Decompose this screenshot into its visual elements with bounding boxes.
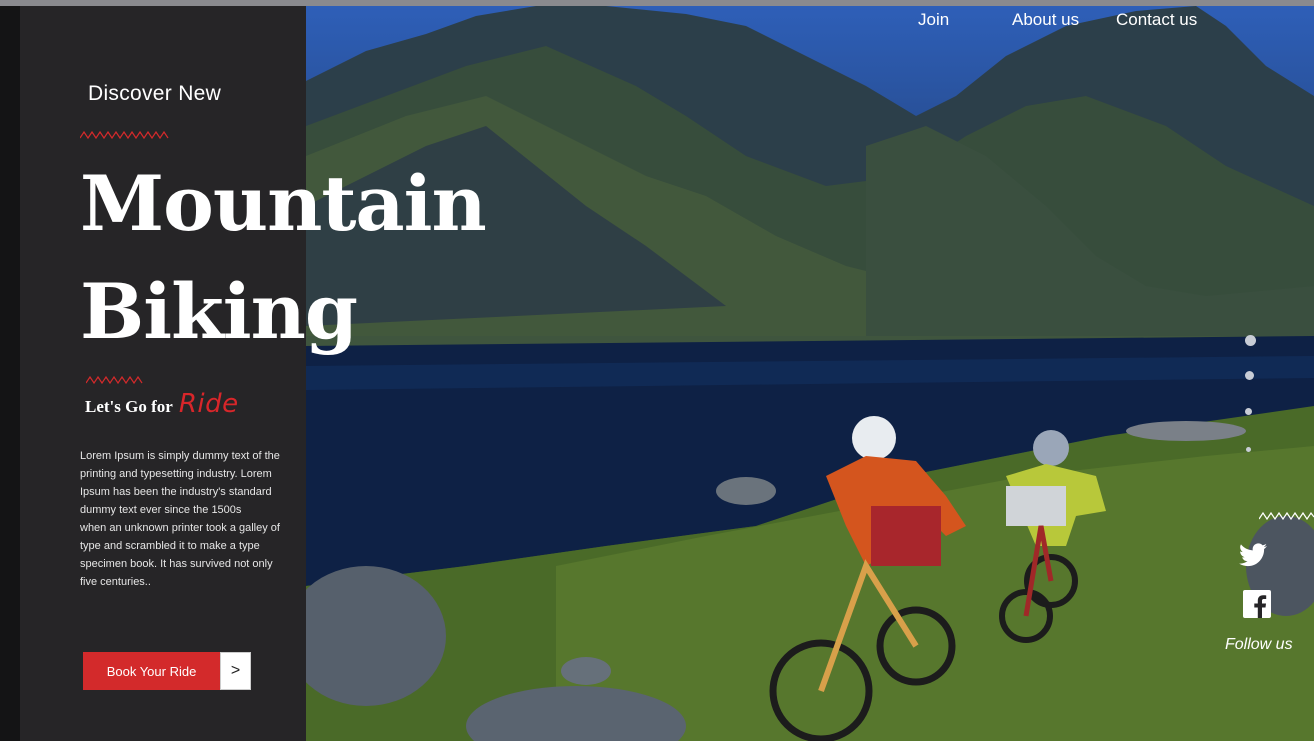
- hero-description: Lorem Ipsum is simply dummy text of the …: [80, 447, 280, 591]
- nav-join[interactable]: Join: [918, 10, 949, 30]
- left-panel: [20, 6, 306, 741]
- top-nav: Join About us Contact us: [0, 10, 1314, 34]
- twitter-icon[interactable]: [1239, 543, 1267, 567]
- nav-contact-us[interactable]: Contact us: [1116, 10, 1197, 30]
- title-line-1: Mountain: [80, 159, 487, 248]
- tagline: Let's Go for Ride: [85, 389, 239, 419]
- tagline-prefix: Let's Go for: [85, 397, 173, 416]
- page-title: Mountain Biking: [80, 150, 487, 366]
- zigzag-divider-social: [1259, 511, 1314, 521]
- sidebar-edge: [0, 6, 20, 741]
- book-ride-button[interactable]: Book Your Ride: [83, 652, 220, 690]
- arrow-right-icon[interactable]: >: [220, 652, 251, 690]
- book-ride-cta: Book Your Ride >: [83, 652, 251, 690]
- slider-dot-2[interactable]: [1245, 371, 1254, 380]
- slider-dot-4[interactable]: [1246, 447, 1251, 452]
- tagline-accent: Ride: [178, 389, 239, 419]
- hero-image: [306, 6, 1314, 741]
- eyebrow-text: Discover New: [88, 82, 222, 105]
- title-line-2: Biking: [80, 267, 358, 356]
- top-bar: [0, 0, 1314, 6]
- facebook-icon[interactable]: [1243, 590, 1271, 618]
- slider-dot-1[interactable]: [1245, 335, 1256, 346]
- description-paragraph-2: when an unknown printer took a galley of…: [80, 522, 280, 588]
- follow-us-label: Follow us: [1225, 636, 1293, 653]
- description-paragraph-1: Lorem Ipsum is simply dummy text of the …: [80, 450, 280, 516]
- nav-about-us[interactable]: About us: [1012, 10, 1079, 30]
- zigzag-divider: [80, 130, 169, 140]
- mountain-scene: [306, 6, 1314, 741]
- zigzag-divider-small: [86, 375, 143, 385]
- slider-dot-3[interactable]: [1245, 408, 1252, 415]
